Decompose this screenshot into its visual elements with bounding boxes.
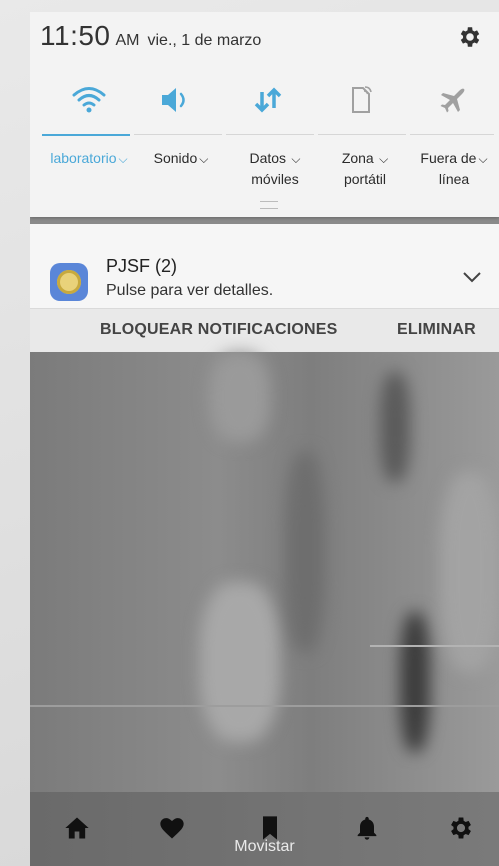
tile-divider [134,134,222,135]
blurred-background [30,352,499,866]
notification-card[interactable]: PJSF (2) Pulse para ver detalles. [30,224,499,320]
status-row: 11:50 AM vie., 1 de marzo [40,20,261,60]
bottom-navigation: Movistar [30,792,499,866]
tile-hotspot[interactable] [341,82,381,118]
tile-label-text: línea [438,171,470,187]
quick-tile-icons [30,82,499,122]
clock-ampm: AM [115,32,140,49]
tile-label-text: Zona [341,150,374,166]
tile-label-sound[interactable]: Sonido ⌵ [142,148,220,169]
tile-label-wifi[interactable]: laboratorio ⌵ [44,148,134,169]
tile-divider [226,134,314,135]
block-notifications-button[interactable]: BLOQUEAR NOTIFICACIONES [100,321,338,339]
quick-tile-labels: laboratorio ⌵ Sonido ⌵ Datos ⌵ móviles Zon… [30,148,499,198]
chevron-down-icon: ⌵ [478,152,488,166]
tile-label-mobile-data[interactable]: Datos ⌵ móviles [230,148,320,189]
expand-chevron-icon[interactable] [461,268,483,286]
mobile-data-icon [254,87,282,113]
tile-label-text: móviles [251,171,299,187]
chevron-down-icon: ⌵ [199,152,209,166]
notification-actions: BLOQUEAR NOTIFICACIONES ELIMINAR [30,308,499,353]
notification-text: Pulse para ver detalles. [106,282,274,299]
volume-icon [162,88,185,112]
divider-line [30,705,499,707]
divider-line [370,645,499,647]
tile-airplane[interactable] [433,82,473,118]
tile-label-hotspot[interactable]: Zona ⌵ portátil [320,148,410,189]
wifi-icon [72,87,106,113]
tile-sound[interactable] [156,82,196,118]
chevron-down-icon: ⌵ [118,152,128,166]
tile-label-text: Sonido [153,150,198,166]
airplane-icon [440,88,465,113]
tile-mobile-data[interactable] [248,82,288,118]
app-icon [50,263,88,301]
tile-label-text: Fuera de [420,150,477,166]
phone-screen: 11:50 AM vie., 1 de marzo laboratorio ⌵ … [30,12,499,866]
tile-label-text: Datos [249,150,287,166]
settings-gear-icon[interactable] [457,24,483,50]
carrier-label: Movistar [234,838,295,855]
notification-title: PJSF (2) [106,256,178,276]
drag-handle[interactable] [260,201,278,209]
tile-label-text: portátil [343,171,387,187]
date: vie., 1 de marzo [147,32,262,49]
tile-underline-wifi [42,134,130,136]
delete-button[interactable]: ELIMINAR [397,321,476,339]
tile-wifi[interactable] [69,82,109,118]
chevron-down-icon: ⌵ [288,152,301,166]
tile-divider [410,134,494,135]
hotspot-icon [352,86,372,113]
clock: 11:50 [40,20,111,51]
chevron-down-icon: ⌵ [375,152,389,166]
tile-label-text: laboratorio [50,150,117,166]
tile-divider [318,134,406,135]
tile-label-airplane[interactable]: Fuera de ⌵ línea [410,148,498,189]
quick-settings-panel: 11:50 AM vie., 1 de marzo laboratorio ⌵ … [30,12,499,217]
